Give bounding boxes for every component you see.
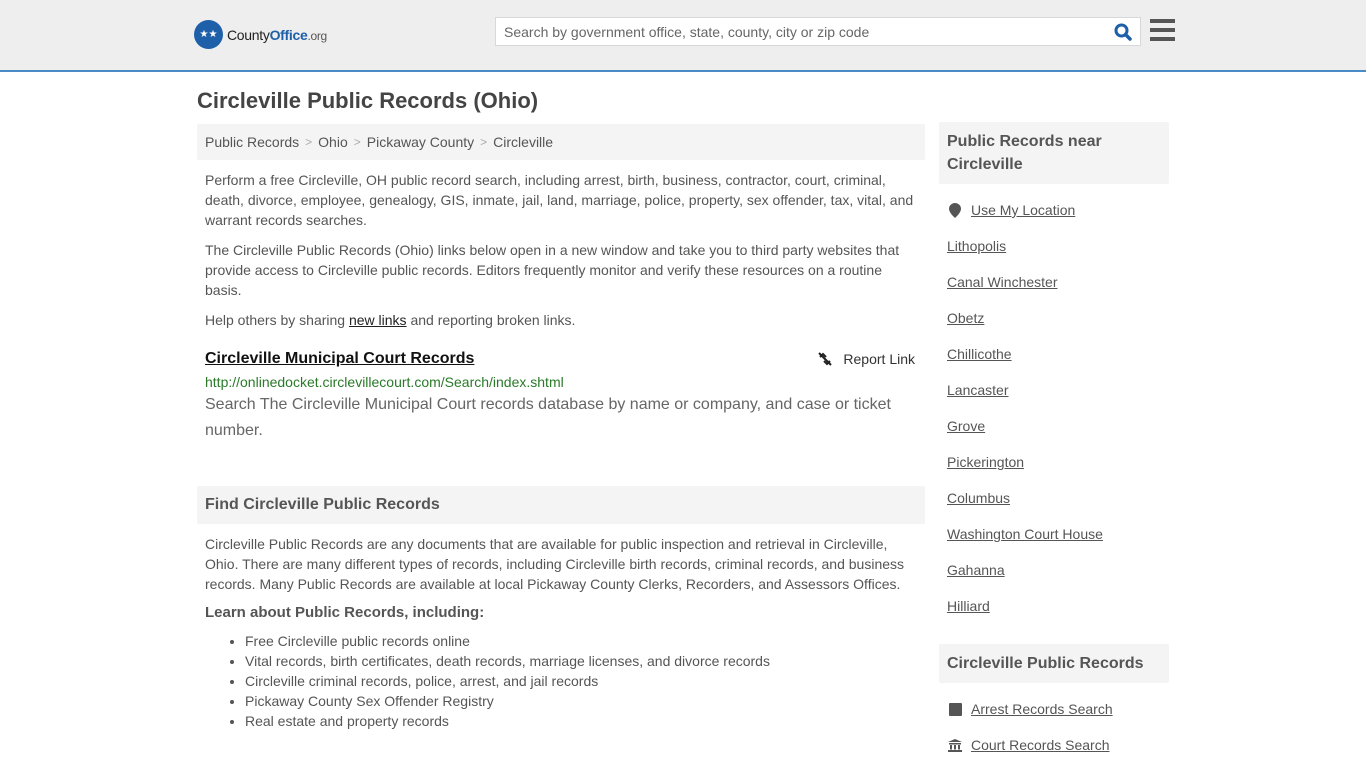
list-item: Free Circleville public records online (245, 631, 925, 651)
courthouse-icon (947, 738, 963, 752)
list-item: Vital records, birth certificates, death… (245, 651, 925, 671)
record-item: Circleville Municipal Court Records Repo… (197, 350, 925, 444)
map-marker-icon (947, 202, 963, 218)
use-my-location-link[interactable]: Use My Location (971, 202, 1075, 218)
nearby-item: Grove (947, 408, 1161, 444)
records-item: Court Records Search (947, 727, 1161, 763)
breadcrumb-circleville[interactable]: Circleville (493, 134, 553, 150)
square-icon (947, 702, 963, 716)
main-content: Public Records > Ohio > Pickaway County > C… (197, 124, 925, 731)
search-button[interactable] (1106, 18, 1140, 45)
nearby-item: Obetz (947, 300, 1161, 336)
nearby-link-hilliard[interactable]: Hilliard (947, 598, 990, 614)
records-heading: Circleville Public Records (939, 644, 1169, 683)
nearby-link-chillicothe[interactable]: Chillicothe (947, 346, 1012, 362)
nearby-item: Lancaster (947, 372, 1161, 408)
breadcrumb-public-records[interactable]: Public Records (205, 134, 299, 150)
search-icon (1114, 23, 1132, 41)
nearby-list: Use My Location Lithopolis Canal Winches… (939, 192, 1169, 624)
nearby-link-pickerington[interactable]: Pickerington (947, 454, 1024, 470)
records-item: Arrest Records Search (947, 691, 1161, 727)
nearby-link-obetz[interactable]: Obetz (947, 310, 984, 326)
report-link-button[interactable]: Report Link (817, 351, 915, 367)
nearby-link-gahanna[interactable]: Gahanna (947, 562, 1005, 578)
breadcrumb-pickaway-county[interactable]: Pickaway County (367, 134, 474, 150)
list-item: Pickaway County Sex Offender Registry (245, 691, 925, 711)
breadcrumb: Public Records > Ohio > Pickaway County > C… (197, 124, 925, 160)
nearby-item: Pickerington (947, 444, 1161, 480)
nearby-link-lancaster[interactable]: Lancaster (947, 382, 1008, 398)
learn-list: Free Circleville public records online V… (197, 631, 925, 731)
nearby-link-grove[interactable]: Grove (947, 418, 985, 434)
record-description: Search The Circleville Municipal Court r… (205, 396, 891, 439)
nearby-item: Washington Court House (947, 516, 1161, 552)
use-location-item: Use My Location (947, 192, 1161, 228)
nearby-item: Gahanna (947, 552, 1161, 588)
logo-text: CountyOffice.org (227, 26, 327, 43)
nearby-link-lithopolis[interactable]: Lithopolis (947, 238, 1006, 254)
hamburger-menu-button[interactable] (1150, 19, 1175, 41)
nearby-item: Columbus (947, 480, 1161, 516)
record-url: http://onlinedocket.circlevillecourt.com… (205, 374, 564, 390)
search-bar (495, 17, 1141, 46)
breadcrumb-ohio[interactable]: Ohio (318, 134, 348, 150)
intro-paragraph-1: Perform a free Circleville, OH public re… (205, 172, 914, 228)
site-logo[interactable]: ★★ CountyOffice.org (194, 20, 327, 49)
nearby-item: Canal Winchester (947, 264, 1161, 300)
nearby-item: Chillicothe (947, 336, 1161, 372)
court-records-link[interactable]: Court Records Search (971, 737, 1110, 753)
intro-paragraph-3: Help others by sharing new links and rep… (205, 312, 576, 328)
list-item: Real estate and property records (245, 711, 925, 731)
nearby-item: Hilliard (947, 588, 1161, 624)
record-title-link[interactable]: Circleville Municipal Court Records (205, 350, 474, 368)
nearby-link-washington-court-house[interactable]: Washington Court House (947, 526, 1103, 542)
new-links-link[interactable]: new links (349, 312, 407, 328)
records-list: Arrest Records Search Court Records Sear… (939, 691, 1169, 763)
sidebar: Public Records near Circleville Use My L… (939, 122, 1169, 763)
broken-link-icon (818, 352, 833, 366)
nearby-item: Lithopolis (947, 228, 1161, 264)
search-input[interactable] (496, 18, 1106, 45)
top-header: ★★ CountyOffice.org (0, 0, 1366, 72)
page-title: Circleville Public Records (Ohio) (197, 88, 539, 113)
nearby-heading: Public Records near Circleville (939, 122, 1169, 184)
list-item: Circleville criminal records, police, ar… (245, 671, 925, 691)
nearby-link-columbus[interactable]: Columbus (947, 490, 1010, 506)
find-records-heading: Find Circleville Public Records (197, 486, 925, 524)
intro-paragraph-2: The Circleville Public Records (Ohio) li… (205, 242, 900, 298)
arrest-records-link[interactable]: Arrest Records Search (971, 701, 1113, 717)
nearby-link-canal-winchester[interactable]: Canal Winchester (947, 274, 1058, 290)
learn-heading: Learn about Public Records, including: (205, 604, 485, 621)
eagle-logo-icon: ★★ (194, 20, 223, 49)
find-records-paragraph: Circleville Public Records are any docum… (205, 536, 905, 592)
